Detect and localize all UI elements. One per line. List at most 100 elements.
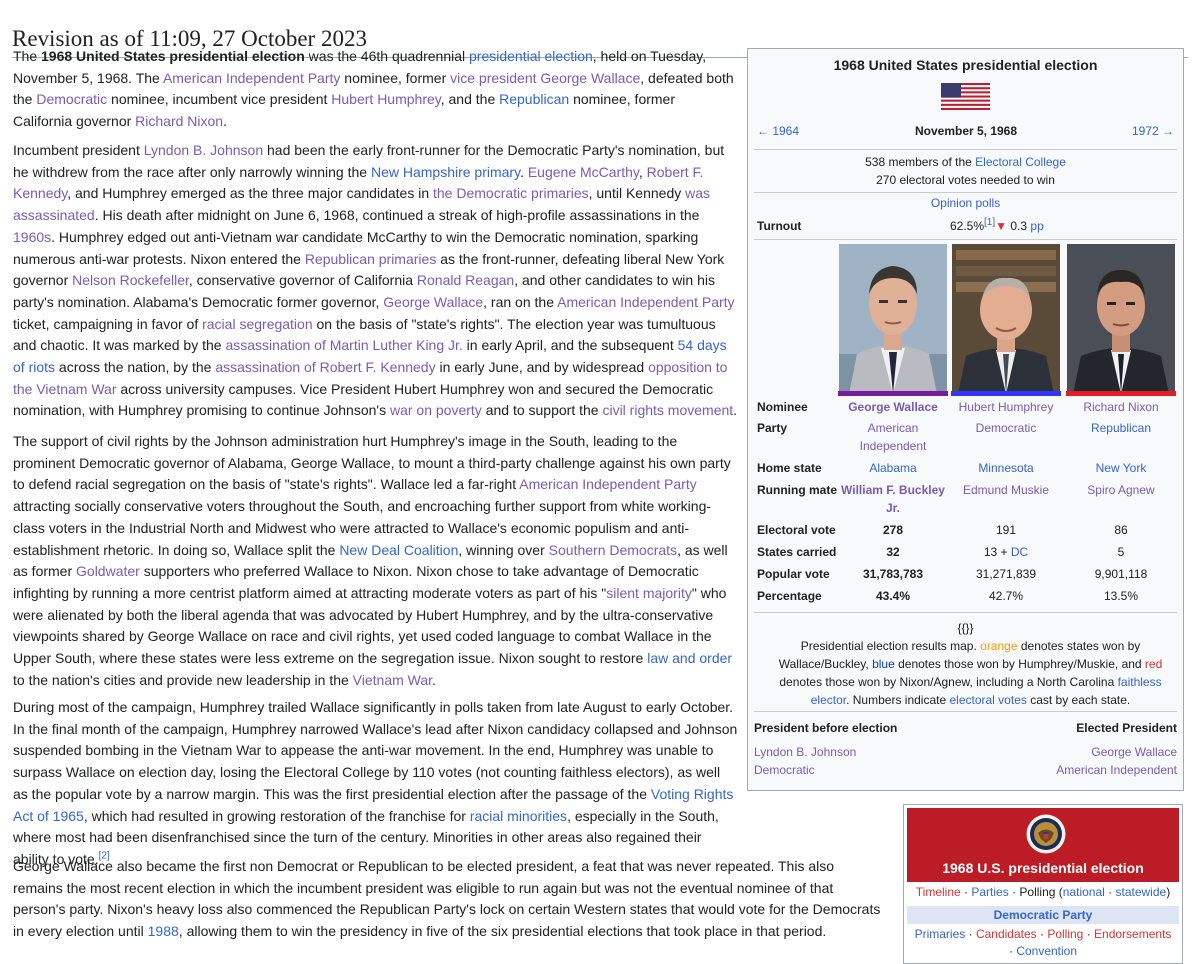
electoral-vote-nixon: 86 — [1114, 523, 1128, 537]
link-parties[interactable]: Parties — [971, 885, 1008, 899]
link-statewide-polling[interactable]: statewide — [1116, 885, 1167, 899]
link-electoral-votes[interactable]: electoral votes — [949, 693, 1026, 707]
link-civil-rights-movement[interactable]: civil rights movement — [602, 402, 733, 418]
intro-paragraph-3: The support of civil rights by the Johns… — [13, 433, 733, 688]
portrait-hubert-humphrey[interactable] — [952, 244, 1060, 394]
link-silent-majority[interactable]: silent majority — [606, 585, 692, 601]
link-mlk-assassination[interactable]: assassination of Martin Luther King Jr. — [225, 337, 462, 353]
down-arrow-icon: ▼ — [995, 219, 1008, 233]
percentage-wallace: 43.4% — [875, 589, 911, 603]
link-democratic-primaries[interactable]: the Democratic primaries — [433, 185, 589, 201]
link-hubert-humphrey[interactable]: Hubert Humphrey — [331, 91, 440, 107]
divider — [754, 711, 1177, 712]
next-election-link[interactable]: 1972 → — [1132, 122, 1174, 140]
navbox-links-row-3: · Convention — [1008, 944, 1078, 958]
link-democratic-party[interactable]: Democratic Party — [994, 908, 1093, 922]
percentage-humphrey: 42.7% — [988, 589, 1024, 603]
portrait-george-wallace[interactable] — [839, 244, 947, 394]
link-presidential-election[interactable]: presidential election — [469, 48, 593, 64]
reference-1[interactable]: [1] — [984, 217, 995, 228]
link-national-polling[interactable]: national — [1063, 885, 1105, 899]
intro-paragraph-2: Incumbent president Lyndon B. Johnson ha… — [13, 142, 738, 419]
election-infobox: 1968 United States presidential election… — [747, 48, 1184, 791]
link-republican-primaries[interactable]: Republican primaries — [305, 251, 437, 267]
link-george-wallace[interactable]: George Wallace — [383, 294, 483, 310]
party-american-independent[interactable]: American Independent — [838, 419, 948, 455]
link-vp-george-wallace[interactable]: vice president George Wallace — [450, 70, 640, 86]
navbox-links-row-2: Primaries · Candidates · Polling · Endor… — [914, 927, 1172, 941]
link-timeline[interactable]: Timeline — [916, 885, 961, 899]
link-american-independent-party-2[interactable]: American Independent Party — [557, 294, 734, 310]
link-nelson-rockefeller[interactable]: Nelson Rockefeller — [72, 272, 189, 288]
previous-election-link[interactable]: ← 1964 — [757, 122, 799, 140]
link-candidates[interactable]: Candidates — [976, 927, 1037, 941]
link-new-hampshire-primary[interactable]: New Hampshire primary — [371, 164, 520, 180]
divider — [754, 612, 1177, 613]
link-new-deal-coalition[interactable]: New Deal Coalition — [339, 542, 458, 558]
home-state-alabama[interactable]: Alabama — [838, 459, 948, 477]
link-1960s[interactable]: 1960s — [13, 229, 51, 245]
map-caption: Presidential election results map. orang… — [778, 639, 1163, 707]
link-racial-minorities[interactable]: racial minorities — [470, 808, 567, 824]
link-democratic[interactable]: Democratic — [36, 91, 107, 107]
link-ronald-reagan[interactable]: Ronald Reagan — [417, 272, 514, 288]
nominee-richard-nixon[interactable]: Richard Nixon — [1066, 398, 1176, 416]
running-mate-muskie[interactable]: Edmund Muskie — [951, 481, 1061, 499]
link-successor-wallace[interactable]: George Wallace — [1091, 743, 1177, 761]
link-dem-polling[interactable]: Polling — [1047, 927, 1083, 941]
electoral-college-line: 538 members of the Electoral College — [865, 155, 1066, 169]
link-racial-segregation[interactable]: racial segregation — [202, 316, 313, 332]
party-color-bar-humphrey — [951, 391, 1061, 396]
link-predecessor-johnson[interactable]: Lyndon B. Johnson — [754, 743, 856, 761]
link-endorsements[interactable]: Endorsements — [1094, 927, 1171, 941]
map-placeholder: {{}} — [957, 621, 974, 635]
intro-paragraph-1: The 1968 United States presidential elec… — [13, 48, 734, 130]
row-label-party: Party — [757, 421, 788, 435]
popular-vote-wallace: 31,783,783 — [862, 567, 924, 581]
states-carried-wallace: 32 — [886, 545, 900, 559]
link-primaries[interactable]: Primaries — [915, 927, 966, 941]
row-label-nominee: Nominee — [757, 400, 808, 414]
link-american-independent-party[interactable]: American Independent Party — [163, 70, 340, 86]
portrait-richard-nixon[interactable] — [1067, 244, 1175, 394]
link-successor-party[interactable]: American Independent — [1056, 761, 1177, 779]
percentage-nixon: 13.5% — [1103, 589, 1139, 603]
link-richard-nixon[interactable]: Richard Nixon — [135, 113, 223, 129]
votes-needed-text: 270 electoral votes needed to win — [876, 173, 1055, 187]
party-democratic[interactable]: Democratic — [951, 419, 1061, 437]
article-subject-bold: 1968 United States presidential election — [41, 48, 305, 64]
turnout-label: Turnout — [757, 219, 802, 233]
divider — [754, 192, 1177, 193]
row-label-states-carried: States carried — [757, 545, 837, 559]
link-war-on-poverty[interactable]: war on poverty — [390, 402, 482, 418]
home-state-minnesota[interactable]: Minnesota — [951, 459, 1061, 477]
link-electoral-college[interactable]: Electoral College — [975, 155, 1066, 169]
presidential-seal-icon — [1026, 814, 1066, 854]
link-predecessor-party[interactable]: Democratic — [754, 761, 815, 779]
party-color-bar-nixon — [1066, 391, 1176, 396]
link-eugene-mccarthy[interactable]: Eugene McCarthy — [528, 164, 639, 180]
link-rfk-assassination[interactable]: assassination of Robert F. Kennedy — [215, 359, 435, 375]
nominee-hubert-humphrey[interactable]: Hubert Humphrey — [951, 398, 1061, 416]
navbox-title: 1968 U.S. presidential election — [942, 860, 1144, 876]
link-law-and-order[interactable]: law and order — [647, 650, 732, 666]
opinion-polls-link[interactable]: Opinion polls — [748, 194, 1183, 212]
link-american-independent-party-3[interactable]: American Independent Party — [519, 476, 696, 492]
link-goldwater[interactable]: Goldwater — [76, 563, 140, 579]
states-carried-nixon: 5 — [1117, 545, 1125, 559]
running-mate-agnew[interactable]: Spiro Agnew — [1066, 481, 1176, 499]
link-dc[interactable]: DC — [1011, 545, 1028, 559]
link-southern-democrats[interactable]: Southern Democrats — [549, 542, 677, 558]
link-percentage-points[interactable]: pp — [1030, 219, 1043, 233]
turnout-value: 62.5%[1]▼ 0.3 pp — [950, 217, 1044, 234]
link-republican[interactable]: Republican — [499, 91, 569, 107]
home-state-new-york[interactable]: New York — [1066, 459, 1176, 477]
party-republican[interactable]: Republican — [1066, 419, 1176, 437]
row-label-popular-vote: Popular vote — [757, 567, 830, 581]
link-lyndon-johnson[interactable]: Lyndon B. Johnson — [144, 142, 263, 158]
running-mate-buckley[interactable]: William F. Buckley Jr. — [838, 481, 948, 517]
nominee-george-wallace[interactable]: George Wallace — [838, 398, 948, 416]
link-1988[interactable]: 1988 — [148, 923, 179, 939]
infobox-title: 1968 United States presidential election — [833, 57, 1098, 73]
link-vietnam-war[interactable]: Vietnam War — [353, 672, 432, 688]
